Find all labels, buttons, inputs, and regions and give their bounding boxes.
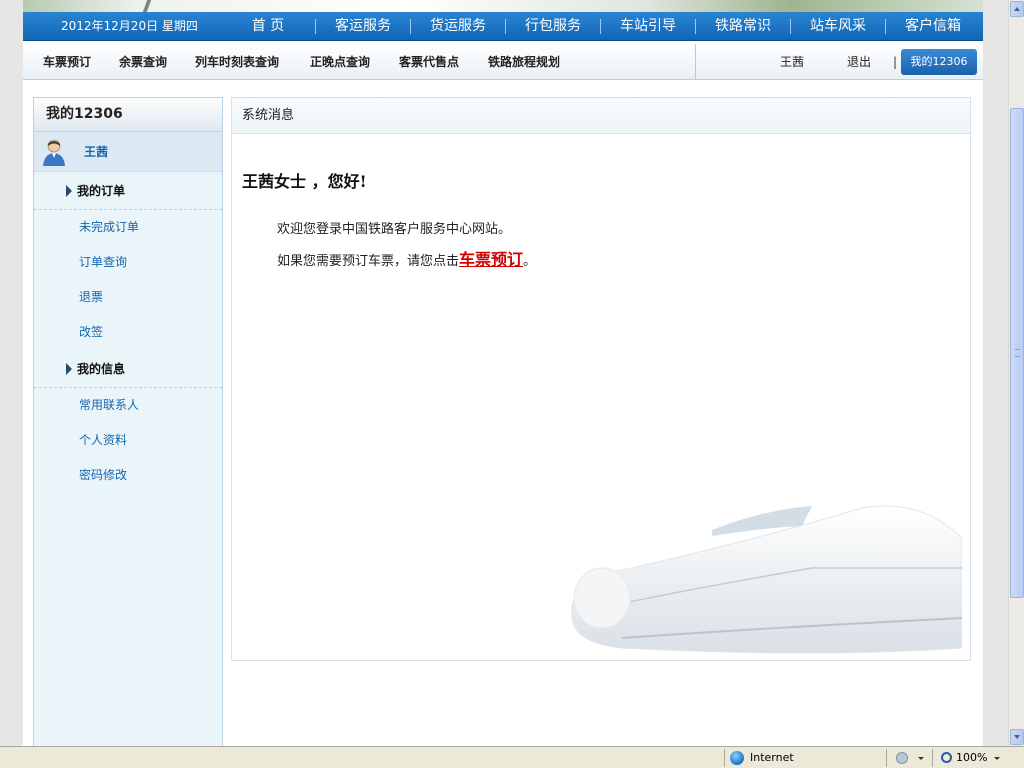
chevron-down-icon[interactable] (994, 757, 1000, 760)
grip-icon (1015, 349, 1020, 357)
nav-separator (885, 19, 886, 34)
nav-customer-mailbox[interactable]: 客户信箱 (893, 12, 973, 41)
section-label: 我的信息 (77, 362, 126, 376)
zoom-level[interactable]: 100% (956, 747, 987, 768)
security-zone: Internet (750, 751, 794, 764)
subnav-divider (695, 44, 696, 80)
ticket-booking-link[interactable]: 车票预订 (459, 250, 523, 269)
sidebar-username[interactable]: 王茜 (84, 132, 108, 172)
vertical-scrollbar[interactable] (1008, 0, 1024, 746)
panel-title: 系统消息 (232, 98, 970, 134)
sidebar-item-change-ticket[interactable]: 改签 (34, 315, 222, 350)
date-label: 2012年12月20日 星期四 (61, 19, 198, 33)
sidebar-title: 我的12306 (34, 98, 222, 132)
subnav-punctuality[interactable]: 正晚点查询 (310, 44, 370, 80)
sub-nav: 车票预订 余票查询 列车时刻表查询 正晚点查询 客票代售点 铁路旅程规划 王茜 … (23, 44, 983, 80)
sidebar: 我的12306 王茜 我的订单 未完成订单 订单查询 退票 改签 我的信息 常用… (33, 97, 223, 746)
sidebar-item-profile[interactable]: 个人资料 (34, 423, 222, 458)
nav-passenger[interactable]: 客运服务 (323, 12, 403, 41)
header-banner (23, 0, 983, 12)
sidebar-user: 王茜 (34, 132, 222, 172)
status-divider (724, 749, 725, 767)
sidebar-section-my-info[interactable]: 我的信息 (34, 350, 222, 388)
nav-separator (695, 19, 696, 34)
nav-separator (790, 19, 791, 34)
sidebar-section-my-orders[interactable]: 我的订单 (34, 172, 222, 210)
sidebar-item-password[interactable]: 密码修改 (34, 458, 222, 493)
welcome-text: 欢迎您登录中国铁路客户服务中心网站。 (277, 222, 512, 237)
nav-station-guide[interactable]: 车站引导 (608, 12, 688, 41)
header-username[interactable]: 王茜 (780, 44, 804, 80)
nav-home[interactable]: 首 页 (228, 12, 308, 41)
pipe-separator: | (893, 55, 898, 69)
browser-viewport: 2012年12月20日 星期四 首 页 客运服务 货运服务 行包服务 车站引导 … (0, 0, 1008, 746)
scroll-down-icon[interactable] (1010, 729, 1024, 745)
nav-separator (315, 19, 316, 34)
zoom-icon[interactable] (941, 752, 952, 763)
protected-mode-icon[interactable] (896, 752, 908, 764)
section-label: 我的订单 (77, 184, 126, 198)
scroll-thumb[interactable] (1010, 108, 1024, 598)
sidebar-item-pending-orders[interactable]: 未完成订单 (34, 210, 222, 245)
nav-station-gallery[interactable]: 站车风采 (798, 12, 878, 41)
triangle-right-icon (66, 185, 72, 197)
system-message-panel: 系统消息 王茜女士 ，您好! 欢迎您登录中国铁路客户服务中心网站。 如果您需要预… (231, 97, 971, 661)
status-divider (886, 749, 887, 767)
chevron-down-icon[interactable] (918, 757, 924, 760)
subnav-timetable[interactable]: 列车时刻表查询 (195, 44, 279, 80)
booking-hint-suffix: 。 (523, 254, 537, 269)
page-content: 2012年12月20日 星期四 首 页 客运服务 货运服务 行包服务 车站引导 … (23, 0, 983, 746)
main-nav: 2012年12月20日 星期四 首 页 客运服务 货运服务 行包服务 车站引导 … (23, 12, 983, 41)
scroll-up-icon[interactable] (1010, 1, 1024, 17)
subnav-remaining-tickets[interactable]: 余票查询 (119, 44, 167, 80)
user-avatar-icon (43, 139, 65, 166)
subnav-ticket-agents[interactable]: 客票代售点 (399, 44, 459, 80)
subnav-ticket-booking[interactable]: 车票预订 (43, 44, 91, 80)
greeting-text: 王茜女士 ，您好! (242, 172, 367, 191)
globe-icon (730, 751, 744, 765)
my-12306-button[interactable]: 我的12306 (901, 49, 977, 75)
nav-separator (410, 19, 411, 34)
booking-hint: 如果您需要预订车票，请您点击车票预订。 (277, 246, 536, 270)
triangle-right-icon (66, 363, 72, 375)
logout-link[interactable]: 退出 (847, 44, 871, 80)
nav-railway-knowledge[interactable]: 铁路常识 (703, 12, 783, 41)
bullet-train-illustration (571, 505, 962, 654)
nav-separator (600, 19, 601, 34)
status-bar: Internet 100% (0, 746, 1024, 768)
nav-separator (505, 19, 506, 34)
sidebar-item-order-query[interactable]: 订单查询 (34, 245, 222, 280)
sidebar-item-refund[interactable]: 退票 (34, 280, 222, 315)
sidebar-item-contacts[interactable]: 常用联系人 (34, 388, 222, 423)
booking-hint-prefix: 如果您需要预订车票，请您点击 (277, 254, 460, 269)
status-divider (932, 749, 933, 767)
nav-luggage[interactable]: 行包服务 (513, 12, 593, 41)
subnav-trip-planner[interactable]: 铁路旅程规划 (488, 44, 560, 80)
nav-freight[interactable]: 货运服务 (418, 12, 498, 41)
